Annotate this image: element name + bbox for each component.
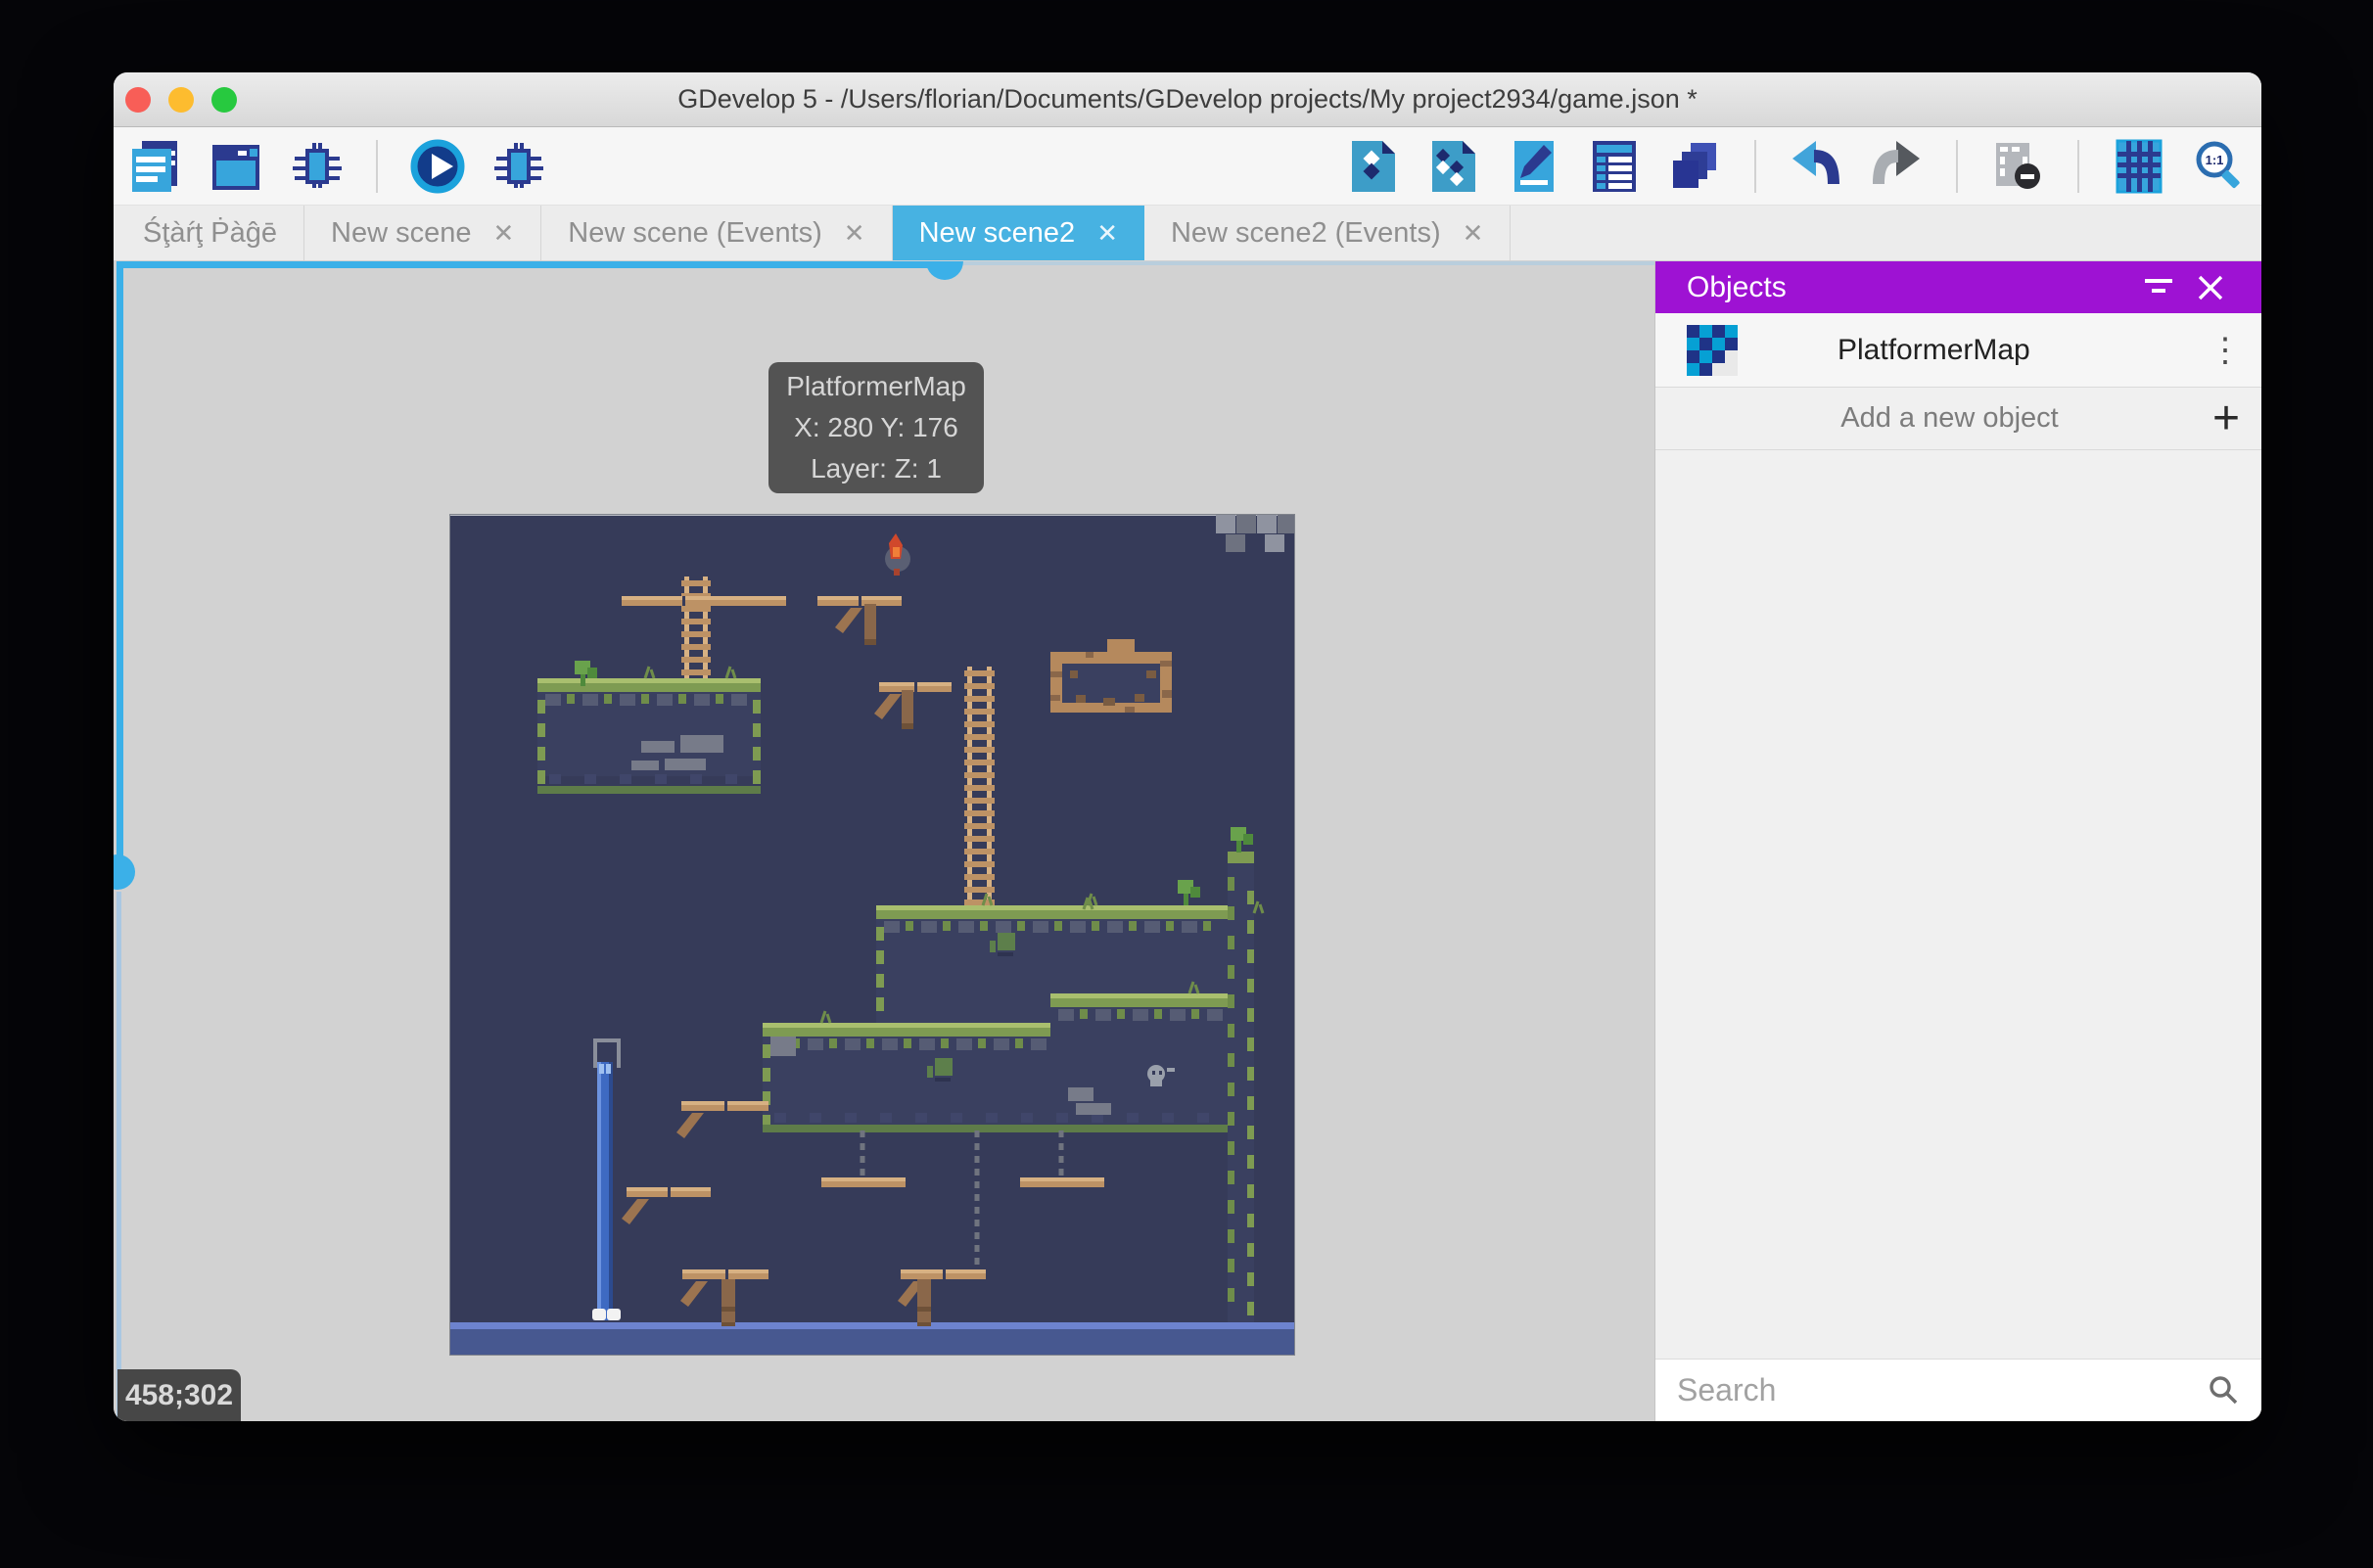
instances-list-icon <box>1585 137 1644 196</box>
toolbar-separator <box>1754 140 1756 193</box>
layers-button[interactable] <box>1664 136 1725 197</box>
scene-guide-line-top <box>963 261 1654 265</box>
toolbar-separator <box>376 140 378 193</box>
object-menu-icon[interactable]: ⋮ <box>2209 331 2238 370</box>
svg-text:1:1: 1:1 <box>2206 153 2224 167</box>
object-doc-icon <box>1344 137 1403 196</box>
redo-button[interactable] <box>1866 136 1927 197</box>
bug-icon <box>287 137 346 196</box>
content-area: PlatformerMap X: 280 Y: 176 Layer: Z: 1 … <box>114 261 2261 1421</box>
tilemap-thumbnail-icon <box>1687 325 1738 376</box>
tab-new-scene[interactable]: New scene ✕ <box>304 206 541 260</box>
close-icon[interactable] <box>2185 266 2236 309</box>
bug-icon <box>489 137 547 196</box>
toolbar-separator <box>2077 140 2079 193</box>
object-group-doc-icon <box>1424 137 1483 196</box>
scene-window-button[interactable] <box>206 136 266 197</box>
edit-doc-button[interactable] <box>1504 136 1564 197</box>
zoom-1-1-button[interactable]: 1:1 <box>2189 136 2250 197</box>
add-object-label: Add a new object <box>1687 402 2212 435</box>
tab-label: New scene (Events) <box>568 217 822 250</box>
zoom-1-1-icon: 1:1 <box>2190 137 2249 196</box>
tab-close-icon[interactable]: ✕ <box>1463 218 1484 249</box>
tab-label: Śţàŕţ Ṗàĝē <box>143 217 277 250</box>
toolbar-left-group <box>125 136 548 197</box>
tilemap-render <box>449 514 1295 1356</box>
tab-new-scene2-events-[interactable]: New scene2 (Events) ✕ <box>1144 206 1511 260</box>
project-manager-icon <box>126 137 185 196</box>
scene-border-handle[interactable] <box>114 854 135 890</box>
grid-icon <box>2110 137 2168 196</box>
undo-button[interactable] <box>1786 136 1846 197</box>
mask-icon <box>1988 137 2047 196</box>
scene-window-icon <box>207 137 265 196</box>
grid-button[interactable] <box>2109 136 2169 197</box>
object-group-doc-button[interactable] <box>1423 136 1484 197</box>
title-bar: GDevelop 5 - /Users/florian/Documents/GD… <box>114 72 2261 127</box>
tab-label: New scene <box>331 217 471 250</box>
tab-close-icon[interactable]: ✕ <box>844 218 865 249</box>
active-tab-notch <box>926 261 963 280</box>
objects-panel: Objects PlatformerMap ⋮ Add a new object… <box>1654 261 2261 1421</box>
toolbar-separator <box>1956 140 1958 193</box>
filter-icon[interactable] <box>2134 266 2185 309</box>
redo-icon <box>1867 137 1926 196</box>
scene-window-left-border <box>116 261 123 866</box>
tab-bar: Śţàŕţ ṖàĝēNew scene✕New scene (Events)✕N… <box>114 206 2261 260</box>
tab-label: New scene2 <box>919 217 1076 250</box>
tab--[interactable]: Śţàŕţ Ṗàĝē <box>116 206 304 260</box>
tab-label: New scene2 (Events) <box>1171 217 1441 250</box>
object-name-label: PlatformerMap <box>1838 334 2209 367</box>
close-window-button[interactable] <box>125 87 151 113</box>
tab-new-scene-events-[interactable]: New scene (Events) ✕ <box>541 206 892 260</box>
bug-button[interactable] <box>286 136 347 197</box>
tooltip-layer: Layer: Z: 1 <box>768 448 984 489</box>
zoom-window-button[interactable] <box>211 87 237 113</box>
object-list-item[interactable]: PlatformerMap ⋮ <box>1655 313 2261 388</box>
play-icon <box>408 137 467 196</box>
tab-close-icon[interactable]: ✕ <box>493 218 515 249</box>
tooltip-object-name: PlatformerMap <box>768 366 984 407</box>
gdevelop-window: GDevelop 5 - /Users/florian/Documents/GD… <box>114 72 2261 1421</box>
scene-window-top-border <box>116 261 940 268</box>
instances-list-button[interactable] <box>1584 136 1645 197</box>
object-search-bar <box>1655 1359 2261 1421</box>
cursor-position-badge: 458;302 <box>117 1369 241 1421</box>
traffic-lights <box>125 87 237 113</box>
tooltip-coordinates: X: 280 Y: 176 <box>768 407 984 448</box>
instance-tooltip: PlatformerMap X: 280 Y: 176 Layer: Z: 1 <box>768 362 984 493</box>
project-manager-button[interactable] <box>125 136 186 197</box>
add-object-row[interactable]: Add a new object + <box>1655 388 2261 450</box>
layers-icon <box>1665 137 1724 196</box>
mask-button[interactable] <box>1987 136 2048 197</box>
search-input[interactable] <box>1677 1372 2207 1408</box>
objects-panel-title: Objects <box>1687 271 2134 304</box>
tab-new-scene2[interactable]: New scene2 ✕ <box>893 206 1144 260</box>
window-title: GDevelop 5 - /Users/florian/Documents/GD… <box>677 84 1697 115</box>
main-toolbar: 1:1 <box>114 127 2261 206</box>
scene-guide-line-left <box>116 892 121 1421</box>
bug-button[interactable] <box>488 136 548 197</box>
scene-canvas[interactable]: PlatformerMap X: 280 Y: 176 Layer: Z: 1 … <box>116 261 1654 1421</box>
platformer-map-instance[interactable] <box>449 514 1295 1356</box>
tab-close-icon[interactable]: ✕ <box>1096 218 1118 249</box>
objects-panel-header: Objects <box>1655 261 2261 313</box>
toolbar-right-group: 1:1 <box>1343 136 2250 197</box>
plus-icon: + <box>2212 399 2240 438</box>
play-button[interactable] <box>407 136 468 197</box>
search-icon[interactable] <box>2207 1374 2240 1407</box>
undo-icon <box>1787 137 1845 196</box>
edit-doc-icon <box>1505 137 1563 196</box>
object-doc-button[interactable] <box>1343 136 1404 197</box>
minimize-window-button[interactable] <box>168 87 194 113</box>
